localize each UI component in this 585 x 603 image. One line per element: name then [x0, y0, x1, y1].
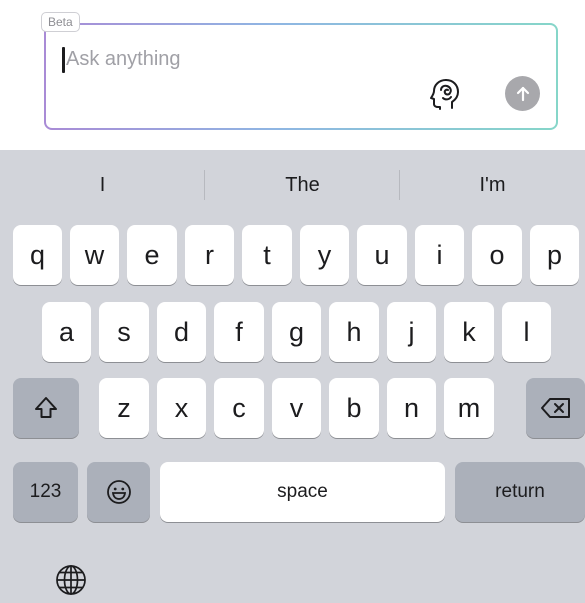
prompt-box[interactable]	[44, 23, 558, 130]
key-g[interactable]: g	[272, 302, 321, 362]
key-i[interactable]: i	[415, 225, 464, 285]
key-z[interactable]: z	[99, 378, 149, 438]
key-n[interactable]: n	[387, 378, 436, 438]
prediction-2[interactable]: The	[205, 150, 400, 220]
return-key[interactable]: return	[455, 462, 585, 522]
arrow-up-icon	[516, 86, 529, 101]
globe-button[interactable]	[52, 561, 90, 599]
key-d[interactable]: d	[157, 302, 206, 362]
text-caret	[62, 47, 65, 73]
key-v[interactable]: v	[272, 378, 321, 438]
key-f[interactable]: f	[214, 302, 264, 362]
space-key[interactable]: space	[160, 462, 445, 522]
delete-icon	[540, 398, 570, 418]
key-b[interactable]: b	[329, 378, 379, 438]
key-t[interactable]: t	[242, 225, 292, 285]
key-w[interactable]: w	[70, 225, 119, 285]
key-m[interactable]: m	[444, 378, 494, 438]
key-j[interactable]: j	[387, 302, 436, 362]
key-y[interactable]: y	[300, 225, 349, 285]
numbers-key[interactable]: 123	[13, 462, 78, 522]
key-k[interactable]: k	[444, 302, 494, 362]
key-l[interactable]: l	[502, 302, 551, 362]
key-x[interactable]: x	[157, 378, 206, 438]
shift-key[interactable]	[13, 378, 79, 438]
reasoning-button[interactable]	[427, 76, 463, 112]
shift-icon	[35, 397, 57, 418]
ask-input[interactable]	[66, 44, 366, 74]
key-e[interactable]: e	[127, 225, 177, 285]
key-o[interactable]: o	[472, 225, 522, 285]
key-q[interactable]: q	[13, 225, 62, 285]
globe-icon	[56, 565, 86, 595]
emoji-icon	[106, 480, 131, 504]
beta-badge: Beta	[41, 12, 80, 32]
prediction-bar: I The I'm	[0, 150, 585, 220]
prediction-1[interactable]: I	[0, 150, 205, 220]
send-button[interactable]	[505, 76, 540, 111]
delete-key[interactable]	[526, 378, 585, 438]
keyboard: I The I'm q w e r t y u i o p a s d f g …	[0, 150, 585, 603]
key-c[interactable]: c	[214, 378, 264, 438]
key-u[interactable]: u	[357, 225, 407, 285]
key-h[interactable]: h	[329, 302, 379, 362]
prediction-3[interactable]: I'm	[400, 150, 585, 220]
emoji-key[interactable]	[87, 462, 150, 522]
key-a[interactable]: a	[42, 302, 91, 362]
key-r[interactable]: r	[185, 225, 234, 285]
key-p[interactable]: p	[530, 225, 579, 285]
key-s[interactable]: s	[99, 302, 149, 362]
brain-icon	[430, 79, 459, 110]
